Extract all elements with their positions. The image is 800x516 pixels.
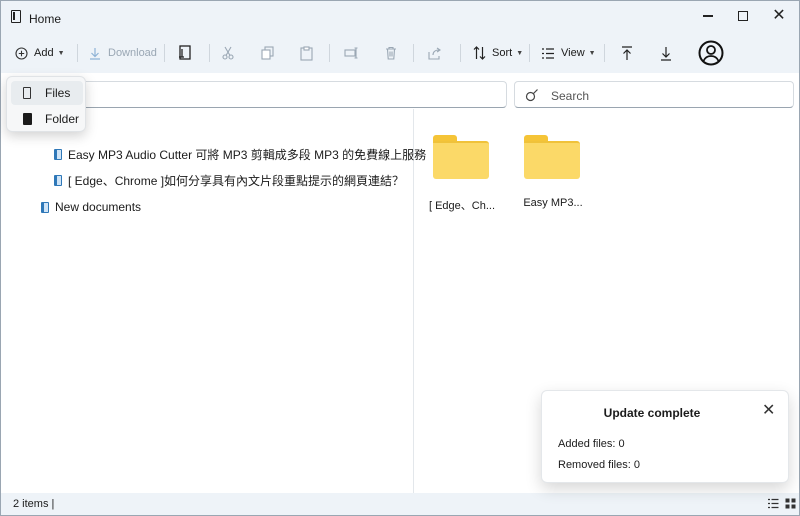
toolbar-divider [460,44,461,62]
search-input[interactable]: Search [514,81,794,108]
folder-label: [ Edge、Ch... [428,200,496,212]
new-note-button[interactable] [178,35,192,71]
view-button[interactable]: View ▼ [541,35,596,71]
share-button[interactable] [428,35,442,71]
toolbar-divider [164,44,165,62]
toolbar-divider [529,44,530,62]
toolbar-divider [329,44,330,62]
document-icon [41,201,49,213]
toolbar-divider [209,44,210,62]
chevron-down-icon: ▼ [588,49,596,57]
path-field[interactable] [63,81,507,108]
sort-button[interactable]: Sort ▼ [473,35,523,71]
added-files-value: 0 [618,438,625,450]
rename-button[interactable] [344,35,359,71]
scissors-icon [222,46,234,60]
toolbar-divider [77,44,78,62]
menu-item-label: Files [45,86,71,100]
tree-item-label: Easy MP3 Audio Cutter 可將 MP3 剪輯成多段 MP3 的… [68,147,427,162]
plus-circle-icon [15,46,28,60]
item-count: 2 items | [13,498,55,510]
maximize-icon [738,11,748,21]
list-view-icon [542,47,554,59]
minimize-icon [703,15,713,17]
search-placeholder: Search [551,89,590,103]
folder-icon [23,113,32,125]
upload-button[interactable] [621,35,633,71]
close-window-button[interactable]: ✕ [756,1,800,31]
window-title: Home [29,12,62,26]
download-label: Download [108,47,157,59]
notebook-add-icon [179,45,191,60]
folder-icon [524,135,580,181]
removed-files-value: 0 [633,459,640,471]
clipboard-icon [300,45,313,61]
user-avatar-icon [698,40,724,66]
folder-tile[interactable]: Easy MP3... [515,135,595,225]
tree-item[interactable]: Easy MP3 Audio Cutter 可將 MP3 剪輯成多段 MP3 的… [54,144,426,164]
sort-label: Sort [492,47,513,59]
tree-item-root[interactable]: New documents [41,197,141,217]
removed-files-row: Removed files: 0 [558,459,640,471]
tree-item[interactable]: [ Edge、Chrome ]如何分享具有內文片段重點提示的網頁連結？ [54,170,404,190]
removed-files-label: Removed files: [558,459,631,471]
added-files-row: Added files: 0 [558,438,625,450]
trash-icon [386,46,396,60]
update-toast: Update complete ✕ Added files: 0 Removed… [541,390,789,483]
title-bar: Home ✕ [1,1,799,33]
share-icon [428,47,441,60]
chevron-down-icon: ▼ [516,49,524,57]
cut-button[interactable] [222,35,234,71]
document-icon [54,148,62,160]
tree-item-label: [ Edge、Chrome ]如何分享具有內文片段重點提示的網頁連結？ [68,173,405,188]
download-button[interactable]: Download [89,35,157,71]
details-view-icon[interactable] [767,498,779,509]
close-icon: ✕ [762,402,776,419]
menu-item-label: Folder [45,112,80,126]
grid-view-icon[interactable] [785,498,796,509]
toolbar-divider [413,44,414,62]
tree-item-label: New documents [55,200,142,214]
folder-label: Easy MP3... [523,197,583,209]
paste-button[interactable] [300,35,313,71]
add-button[interactable]: Add ▼ [15,35,65,71]
download-arrow-button[interactable] [660,35,672,71]
rename-icon [344,47,358,59]
menu-item-folder[interactable]: Folder [11,107,83,131]
added-files-label: Added files: [558,438,616,450]
copy-button[interactable] [261,35,274,71]
search-icon [525,89,538,102]
add-label: Add [34,47,54,59]
folder-icon [433,135,489,181]
document-icon [54,174,62,186]
account-button[interactable] [698,35,724,71]
app-window: Home ✕ Add ▼ Download Sort ▼ View ▼ Sear… [0,0,800,516]
folder-tile[interactable]: [ Edge、Ch... [424,135,504,225]
pane-divider[interactable] [413,109,414,493]
close-icon: ✕ [772,7,786,24]
file-icon [23,87,31,99]
notebook-icon [11,10,21,23]
toast-close-button[interactable]: ✕ [762,403,775,419]
chevron-down-icon: ▼ [57,49,65,57]
menu-item-files[interactable]: Files [11,81,83,105]
delete-button[interactable] [385,35,397,71]
toast-title: Update complete [603,406,701,420]
status-bar: 2 items | [1,493,799,515]
download-icon [90,47,100,60]
upload-arrow-icon [622,45,632,60]
copy-icon [261,46,274,60]
toolbar-divider [604,44,605,62]
sort-icon [473,46,486,60]
view-label: View [561,47,585,59]
download-arrow-icon [661,46,671,61]
add-menu: Files Folder [6,76,86,132]
toolbar: Add ▼ Download Sort ▼ View ▼ [1,35,799,71]
